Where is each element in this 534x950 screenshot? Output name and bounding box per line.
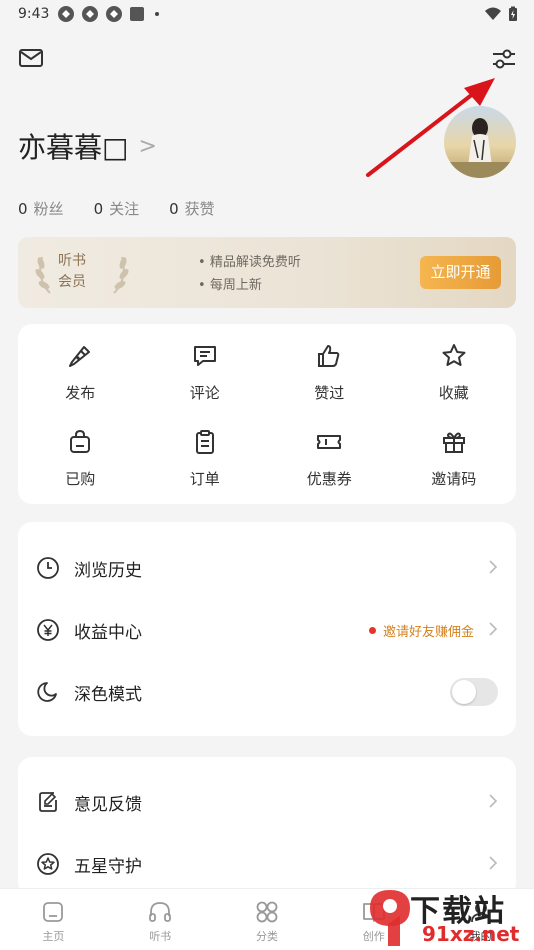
- vip-banner[interactable]: 听书 会员 精品解读免费听 每周上新 立即开通: [18, 237, 516, 308]
- menu-item-earnings[interactable]: 收益中心 邀请好友赚佣金: [18, 599, 516, 661]
- tab-mine[interactable]: 我的: [427, 889, 534, 950]
- app-notification-icon: [58, 6, 75, 22]
- settings-button[interactable]: [490, 46, 518, 72]
- chevron-right-icon: [489, 794, 498, 808]
- chevron-right-icon: >: [138, 133, 157, 159]
- tab-home[interactable]: 主页: [0, 889, 107, 950]
- notification-icons: [57, 5, 160, 23]
- user-icon: [470, 902, 491, 923]
- quick-action-publish[interactable]: 发布: [18, 342, 143, 428]
- thumbs-up-icon: [318, 345, 340, 367]
- book-icon: [362, 903, 385, 922]
- star-badge-icon: [37, 853, 59, 875]
- vip-perk: 精品解读免费听: [198, 251, 301, 274]
- red-dot-badge: [368, 627, 376, 634]
- moon-icon: [37, 682, 57, 702]
- chevron-right-icon: [489, 622, 498, 636]
- status-bar: 9:43: [0, 0, 534, 28]
- support-card: 意见反馈 五星守护: [18, 757, 516, 897]
- profile-name[interactable]: 亦暮暮□ >: [18, 126, 157, 166]
- star-icon: [442, 344, 466, 366]
- home-icon: [43, 902, 64, 922]
- quick-action-purchased[interactable]: 已购: [18, 428, 143, 514]
- vip-title: 听书 会员: [58, 253, 86, 290]
- clock-icon: [37, 557, 59, 579]
- vip-perk: 每周上新: [198, 274, 301, 297]
- quick-action-orders[interactable]: 订单: [143, 428, 268, 514]
- comment-icon: [193, 346, 216, 366]
- stat-fans[interactable]: 0 粉丝: [18, 198, 64, 219]
- quick-action-invite-code[interactable]: 邀请码: [392, 428, 517, 514]
- menu-item-five-star[interactable]: 五星守护: [18, 833, 516, 895]
- avatar-image: [444, 106, 516, 178]
- quick-action-liked[interactable]: 赞过: [267, 342, 392, 428]
- messages-button[interactable]: [18, 47, 44, 69]
- quick-actions-card: 发布 评论 赞过 收藏 已购 订单 优惠券 邀请码: [18, 324, 516, 504]
- sliders-icon: [493, 49, 515, 69]
- profile-stats: 0 粉丝 0 关注 0 获赞: [18, 198, 215, 219]
- earnings-hint: 邀请好友赚佣金: [368, 621, 474, 640]
- grid-icon: [256, 901, 278, 923]
- vip-open-button[interactable]: 立即开通: [420, 256, 501, 289]
- gift-icon: [442, 432, 465, 453]
- stat-likes[interactable]: 0 获赞: [169, 198, 215, 219]
- yuan-icon: [37, 619, 59, 641]
- menu-item-dark-mode: 深色模式: [18, 661, 516, 723]
- profile-name-text: 亦暮暮□: [18, 131, 129, 164]
- quick-action-comments[interactable]: 评论: [143, 342, 268, 428]
- dark-mode-toggle[interactable]: [450, 678, 498, 706]
- system-icons: [484, 6, 518, 22]
- status-time: 9:43: [18, 6, 50, 22]
- app-notification-icon: [106, 6, 123, 22]
- stat-following[interactable]: 0 关注: [94, 198, 140, 219]
- pen-icon: [69, 346, 91, 367]
- chevron-right-icon: [489, 856, 498, 870]
- menu-card: 浏览历史 收益中心 邀请好友赚佣金 深色模式: [18, 522, 516, 736]
- quick-action-favorites[interactable]: 收藏: [392, 342, 517, 428]
- tab-category[interactable]: 分类: [214, 889, 321, 950]
- tab-create[interactable]: 创作: [320, 889, 427, 950]
- more-notifications-dot: [155, 12, 160, 16]
- chevron-right-icon: [489, 560, 498, 574]
- toggle-knob: [452, 680, 476, 704]
- feedback-icon: [39, 792, 57, 812]
- bag-icon: [70, 429, 91, 453]
- quick-action-coupons[interactable]: 优惠券: [267, 428, 392, 514]
- avatar[interactable]: [444, 106, 516, 178]
- tab-listen[interactable]: 听书: [107, 889, 214, 950]
- ticket-icon: [317, 435, 342, 449]
- wifi-icon: [485, 7, 501, 20]
- battery-icon: [509, 6, 517, 21]
- app-notification-icon: [130, 7, 145, 21]
- bottom-tab-bar: 主页 听书 分类 创作 我的: [0, 888, 534, 950]
- menu-item-feedback[interactable]: 意见反馈: [18, 771, 516, 833]
- app-notification-icon: [82, 6, 99, 22]
- mail-icon: [19, 49, 43, 67]
- vip-perks: 精品解读免费听 每周上新: [198, 251, 301, 297]
- headphones-icon: [149, 902, 172, 922]
- clipboard-icon: [195, 430, 214, 454]
- menu-item-history[interactable]: 浏览历史: [18, 537, 516, 599]
